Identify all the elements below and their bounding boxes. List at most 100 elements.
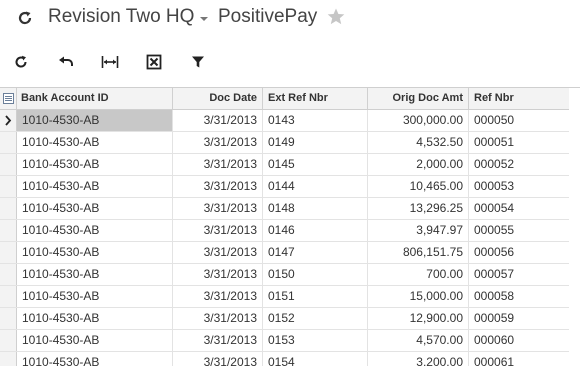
cell-ref-nbr[interactable]: 000058 <box>469 286 580 307</box>
cell-doc-date[interactable]: 3/31/2013 <box>173 198 263 219</box>
row-selector[interactable] <box>0 154 17 175</box>
cell-orig-doc-amt[interactable]: 13,296.25 <box>368 198 469 219</box>
row-selector[interactable] <box>0 264 17 285</box>
table-row[interactable]: 1010-4530-AB 3/31/2013 0146 3,947.97 000… <box>0 220 580 242</box>
cell-orig-doc-amt[interactable]: 15,000.00 <box>368 286 469 307</box>
cell-doc-date[interactable]: 3/31/2013 <box>173 264 263 285</box>
cell-bank-account-id[interactable]: 1010-4530-AB <box>17 198 173 219</box>
table-row[interactable]: 1010-4530-AB 3/31/2013 0153 4,570.00 000… <box>0 330 580 352</box>
cell-ext-ref-nbr[interactable]: 0144 <box>263 176 368 197</box>
row-selector[interactable] <box>0 110 17 131</box>
cell-bank-account-id[interactable]: 1010-4530-AB <box>17 242 173 263</box>
row-selector[interactable] <box>0 176 17 197</box>
table-row[interactable]: 1010-4530-AB 3/31/2013 0147 806,151.75 0… <box>0 242 580 264</box>
cell-orig-doc-amt[interactable]: 2,000.00 <box>368 154 469 175</box>
row-selector[interactable] <box>0 242 17 263</box>
cell-orig-doc-amt[interactable]: 700.00 <box>368 264 469 285</box>
column-header-doc-date[interactable]: Doc Date <box>173 88 263 109</box>
cell-ref-nbr[interactable]: 000050 <box>469 110 580 131</box>
cell-bank-account-id[interactable]: 1010-4530-AB <box>17 176 173 197</box>
refresh-icon[interactable] <box>17 10 33 26</box>
row-selector[interactable] <box>0 132 17 153</box>
cell-bank-account-id[interactable]: 1010-4530-AB <box>17 286 173 307</box>
table-row[interactable]: 1010-4530-AB 3/31/2013 0149 4,532.50 000… <box>0 132 580 154</box>
cell-orig-doc-amt[interactable]: 4,532.50 <box>368 132 469 153</box>
row-selector[interactable] <box>0 286 17 307</box>
cell-doc-date[interactable]: 3/31/2013 <box>173 110 263 131</box>
cell-ref-nbr[interactable]: 000057 <box>469 264 580 285</box>
cell-doc-date[interactable]: 3/31/2013 <box>173 286 263 307</box>
cell-bank-account-id[interactable]: 1010-4530-AB <box>17 220 173 241</box>
cell-bank-account-id[interactable]: 1010-4530-AB <box>17 154 173 175</box>
cell-bank-account-id[interactable]: 1010-4530-AB <box>17 330 173 351</box>
cell-ext-ref-nbr[interactable]: 0145 <box>263 154 368 175</box>
cell-ref-nbr[interactable]: 000061 <box>469 352 580 366</box>
row-selector[interactable] <box>0 220 17 241</box>
row-selector[interactable] <box>0 308 17 329</box>
fit-columns-button[interactable] <box>100 52 120 72</box>
cell-ext-ref-nbr[interactable]: 0149 <box>263 132 368 153</box>
table-row[interactable]: 1010-4530-AB 3/31/2013 0143 300,000.00 0… <box>0 110 580 132</box>
cell-ext-ref-nbr[interactable]: 0151 <box>263 286 368 307</box>
star-icon[interactable] <box>326 7 346 27</box>
cell-ext-ref-nbr[interactable]: 0153 <box>263 330 368 351</box>
undo-button[interactable] <box>56 52 76 72</box>
cell-orig-doc-amt[interactable]: 12,900.00 <box>368 308 469 329</box>
column-header-ref-nbr[interactable]: Ref Nbr <box>469 88 580 109</box>
cell-doc-date[interactable]: 3/31/2013 <box>173 308 263 329</box>
cell-doc-date[interactable]: 3/31/2013 <box>173 352 263 366</box>
row-selector[interactable] <box>0 352 17 366</box>
table-row[interactable]: 1010-4530-AB 3/31/2013 0145 2,000.00 000… <box>0 154 580 176</box>
column-header-ext-ref-nbr[interactable]: Ext Ref Nbr <box>263 88 368 109</box>
cell-ref-nbr[interactable]: 000059 <box>469 308 580 329</box>
cell-bank-account-id[interactable]: 1010-4530-AB <box>17 132 173 153</box>
cell-ext-ref-nbr[interactable]: 0154 <box>263 352 368 366</box>
column-header-orig-doc-amt[interactable]: Orig Doc Amt <box>368 88 469 109</box>
filter-button[interactable] <box>188 52 208 72</box>
cell-orig-doc-amt[interactable]: 10,465.00 <box>368 176 469 197</box>
cell-ext-ref-nbr[interactable]: 0143 <box>263 110 368 131</box>
cell-orig-doc-amt[interactable]: 3,947.97 <box>368 220 469 241</box>
table-row[interactable]: 1010-4530-AB 3/31/2013 0148 13,296.25 00… <box>0 198 580 220</box>
cell-ref-nbr[interactable]: 000053 <box>469 176 580 197</box>
cell-ref-nbr[interactable]: 000060 <box>469 330 580 351</box>
cell-orig-doc-amt[interactable]: 3,200.00 <box>368 352 469 366</box>
table-row[interactable]: 1010-4530-AB 3/31/2013 0154 3,200.00 000… <box>0 352 580 366</box>
cell-ext-ref-nbr[interactable]: 0150 <box>263 264 368 285</box>
vertical-scrollbar[interactable] <box>569 88 580 366</box>
cell-ref-nbr[interactable]: 000056 <box>469 242 580 263</box>
cell-doc-date[interactable]: 3/31/2013 <box>173 154 263 175</box>
cell-orig-doc-amt[interactable]: 806,151.75 <box>368 242 469 263</box>
table-row[interactable]: 1010-4530-AB 3/31/2013 0151 15,000.00 00… <box>0 286 580 308</box>
cell-ext-ref-nbr[interactable]: 0147 <box>263 242 368 263</box>
grid-settings-button[interactable] <box>0 88 17 109</box>
cell-ref-nbr[interactable]: 000051 <box>469 132 580 153</box>
cell-doc-date[interactable]: 3/31/2013 <box>173 220 263 241</box>
cell-ref-nbr[interactable]: 000052 <box>469 154 580 175</box>
table-row[interactable]: 1010-4530-AB 3/31/2013 0144 10,465.00 00… <box>0 176 580 198</box>
column-header-bank-account-id[interactable]: Bank Account ID <box>17 88 173 109</box>
cell-bank-account-id[interactable]: 1010-4530-AB <box>17 308 173 329</box>
cell-ext-ref-nbr[interactable]: 0152 <box>263 308 368 329</box>
refresh-button[interactable] <box>11 52 31 72</box>
row-selector[interactable] <box>0 330 17 351</box>
chevron-down-icon[interactable] <box>200 17 208 21</box>
table-row[interactable]: 1010-4530-AB 3/31/2013 0150 700.00 00005… <box>0 264 580 286</box>
cell-bank-account-id[interactable]: 1010-4530-AB <box>17 352 173 366</box>
cell-ext-ref-nbr[interactable]: 0146 <box>263 220 368 241</box>
cell-doc-date[interactable]: 3/31/2013 <box>173 330 263 351</box>
cell-ext-ref-nbr[interactable]: 0148 <box>263 198 368 219</box>
cell-ref-nbr[interactable]: 000054 <box>469 198 580 219</box>
cell-doc-date[interactable]: 3/31/2013 <box>173 242 263 263</box>
cell-doc-date[interactable]: 3/31/2013 <box>173 176 263 197</box>
table-row[interactable]: 1010-4530-AB 3/31/2013 0152 12,900.00 00… <box>0 308 580 330</box>
cell-bank-account-id[interactable]: 1010-4530-AB <box>17 264 173 285</box>
cell-ref-nbr[interactable]: 000055 <box>469 220 580 241</box>
cell-orig-doc-amt[interactable]: 300,000.00 <box>368 110 469 131</box>
cell-doc-date[interactable]: 3/31/2013 <box>173 132 263 153</box>
row-selector[interactable] <box>0 198 17 219</box>
export-excel-button[interactable] <box>144 52 164 72</box>
cell-bank-account-id[interactable]: 1010-4530-AB <box>17 110 173 131</box>
cell-orig-doc-amt[interactable]: 4,570.00 <box>368 330 469 351</box>
company-selector[interactable]: Revision Two HQ <box>48 6 194 28</box>
